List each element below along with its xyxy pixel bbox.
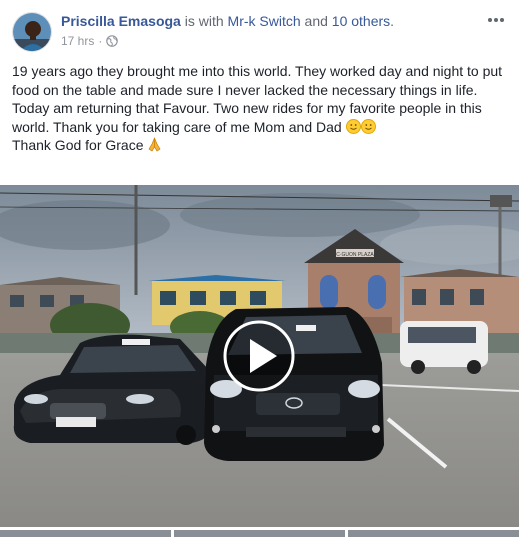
- with-text: is with: [180, 13, 228, 29]
- post-body: 19 years ago they brought me into this w…: [12, 62, 506, 155]
- globe-icon[interactable]: [106, 35, 119, 47]
- media-thumbnail-strip: [0, 530, 519, 537]
- smiley-emoji-icon: [345, 118, 361, 134]
- post-text-line-2: Today am returning that Favour. Two new …: [12, 100, 482, 135]
- thumbnail-3[interactable]: [348, 530, 519, 537]
- post-video[interactable]: C·GUON PLAZA: [0, 185, 519, 527]
- author-avatar[interactable]: [12, 12, 52, 52]
- post-text-line-3: Thank God for Grace: [12, 137, 144, 153]
- author-name[interactable]: Priscilla Emasoga: [61, 13, 181, 29]
- facebook-post: Priscilla Emasoga is with Mr-k Switch an…: [0, 0, 519, 537]
- video-thumbnail: C·GUON PLAZA: [0, 185, 519, 527]
- post-header: Priscilla Emasoga is with Mr-k Switch an…: [61, 12, 394, 30]
- post-text-line-3-wrap: Thank God for Grace: [12, 136, 506, 155]
- others-link[interactable]: 10 others: [332, 13, 390, 29]
- tagged-person[interactable]: Mr-k Switch: [228, 13, 301, 29]
- post-timestamp[interactable]: 17 hrs: [61, 33, 94, 49]
- post-meta: 17 hrs ·: [61, 33, 119, 49]
- thumbnail-2[interactable]: [174, 530, 345, 537]
- and-text: and: [300, 13, 332, 29]
- more-options-icon[interactable]: [487, 12, 505, 28]
- thumbnail-1[interactable]: [0, 530, 171, 537]
- post-text-line-1: 19 years ago they brought me into this w…: [12, 63, 503, 98]
- smiley-emoji-icon: [360, 118, 376, 134]
- building-sign: C·GUON PLAZA: [336, 252, 374, 258]
- folded-hands-icon: [148, 137, 161, 152]
- post-text-line-2-wrap: Today am returning that Favour. Two new …: [12, 99, 506, 136]
- meta-separator: ·: [98, 34, 103, 48]
- period: .: [390, 13, 395, 29]
